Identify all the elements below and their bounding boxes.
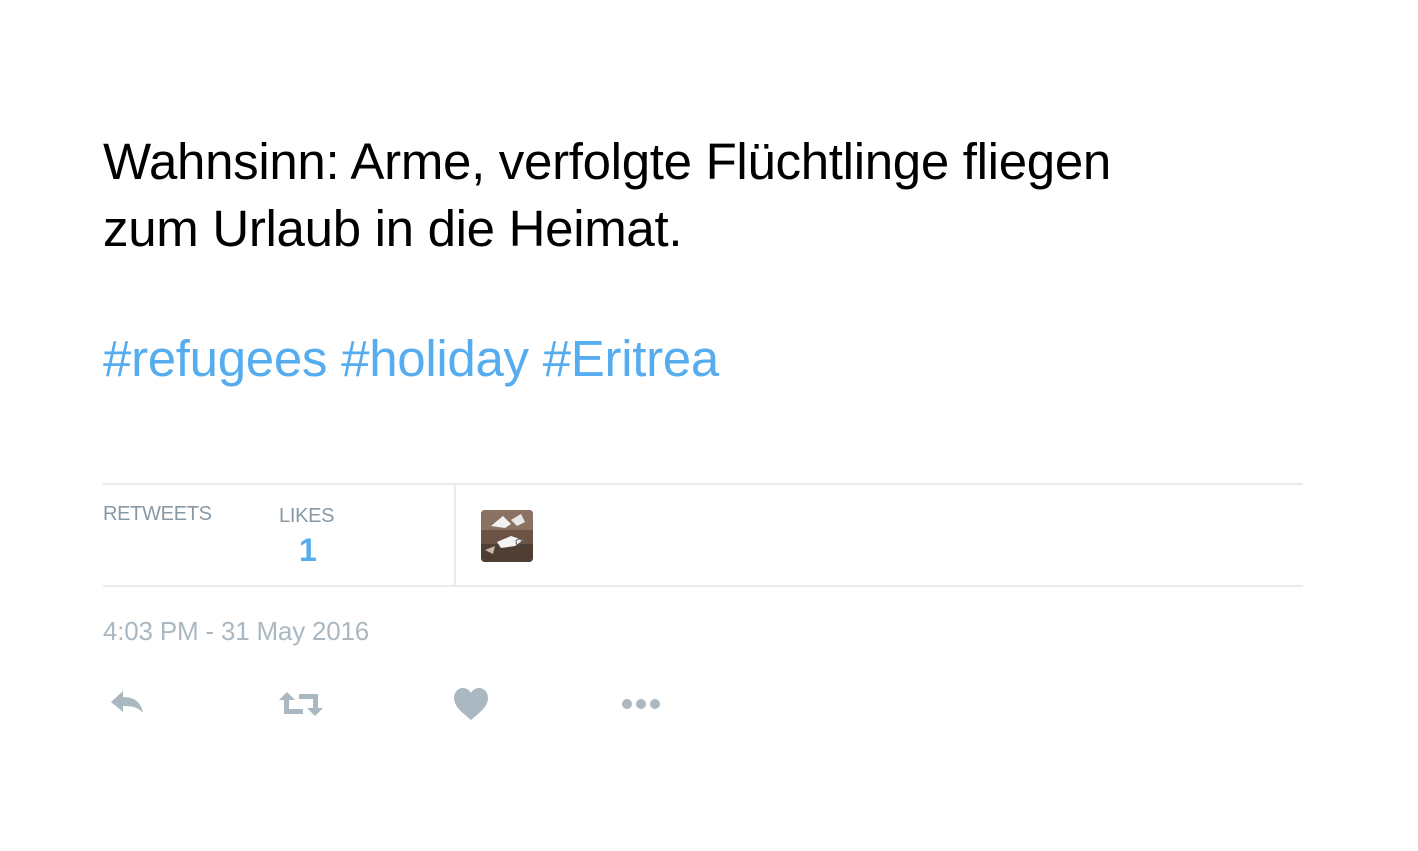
retweets-label: RETWEETS (103, 503, 212, 525)
liker-avatar[interactable] (481, 510, 533, 562)
reply-button[interactable] (107, 680, 147, 728)
avatar-image (481, 510, 533, 562)
tweet-timestamp[interactable]: 4:03 PM - 31 May 2016 (103, 616, 369, 647)
retweet-button[interactable] (277, 680, 325, 728)
tweet-text: Wahnsinn: Arme, verfolgte Flüchtlinge fl… (103, 128, 1303, 262)
like-button[interactable] (451, 680, 491, 728)
tweet-text-line-2: zum Urlaub in die Heimat. (103, 200, 683, 257)
retweets-stat[interactable]: RETWEETS (103, 485, 273, 585)
more-icon (622, 699, 660, 709)
hashtag-holiday[interactable]: #holiday (341, 330, 529, 387)
more-options-button[interactable] (618, 680, 664, 728)
likes-label: LIKES (279, 505, 335, 527)
hashtag-list: #refugees #holiday #Eritrea (103, 325, 733, 392)
retweet-icon (279, 692, 323, 716)
likes-count: 1 (299, 532, 317, 568)
hashtag-refugees[interactable]: #refugees (103, 330, 327, 387)
reply-icon (111, 691, 143, 713)
heart-icon (454, 688, 488, 720)
tweet-card: Wahnsinn: Arme, verfolgte Flüchtlinge fl… (103, 0, 1303, 851)
hashtag-eritrea[interactable]: #Eritrea (543, 330, 719, 387)
tweet-actions (103, 680, 703, 730)
tweet-text-line-1: Wahnsinn: Arme, verfolgte Flüchtlinge fl… (103, 133, 1111, 190)
tweet-stats: RETWEETS LIKES 1 (103, 483, 1303, 587)
likes-stat[interactable]: LIKES 1 (279, 485, 449, 585)
stats-divider (454, 485, 456, 585)
